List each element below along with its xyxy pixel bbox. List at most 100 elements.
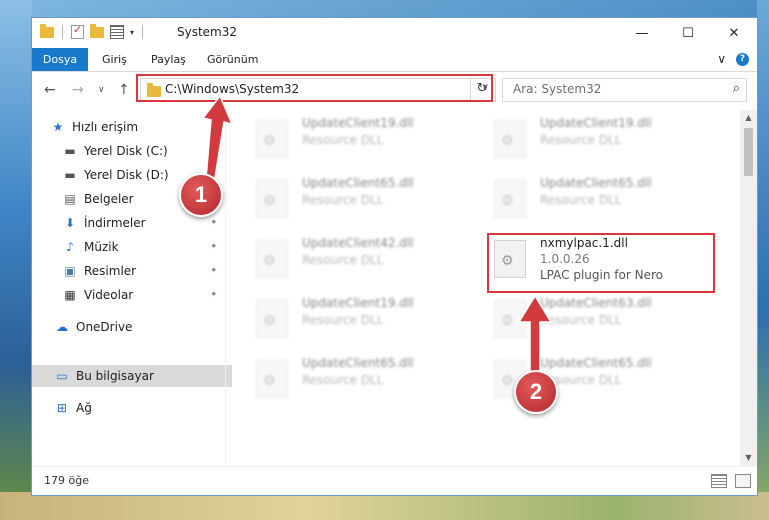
- sidebar-item-label: Videolar: [84, 288, 134, 302]
- star-icon: ★: [52, 120, 64, 134]
- status-bar: 179 öğe: [32, 466, 757, 495]
- file-type: Resource DLL: [302, 193, 384, 207]
- address-bar[interactable]: C:\Windows\System32 ∨: [140, 78, 496, 102]
- title-bar: ▾ System32 — ☐ ✕: [32, 18, 757, 48]
- refresh-icon[interactable]: ↻: [470, 78, 493, 100]
- computer-icon: ▭: [56, 369, 68, 383]
- recent-locations-icon[interactable]: ∨: [98, 85, 105, 95]
- file-item[interactable]: UpdateClient65.dll Resource DLL: [232, 174, 462, 226]
- sidebar-item-this-pc[interactable]: ▭ Bu bilgisayar: [32, 365, 246, 387]
- sidebar-item-music[interactable]: ♪ Müzik ✦: [32, 236, 254, 258]
- navigation-pane: ★ Hızlı erişim ▬ Yerel Disk (C:) ▬ Yerel…: [32, 110, 246, 466]
- music-icon: ♪: [66, 240, 74, 254]
- file-name: UpdateClient63.dll: [540, 296, 652, 310]
- scroll-up-icon[interactable]: ▲: [740, 110, 757, 126]
- sidebar-item-downloads[interactable]: ⬇ İndirmeler ✦: [32, 212, 254, 234]
- sidebar-item-local-disk-c[interactable]: ▬ Yerel Disk (C:): [32, 140, 254, 162]
- maximize-button[interactable]: ☐: [665, 18, 711, 48]
- sidebar-item-local-disk-d[interactable]: ▬ Yerel Disk (D:) ✦: [32, 164, 254, 186]
- dll-file-icon: [494, 120, 526, 158]
- file-item[interactable]: UpdateClient19.dll Resource DLL: [232, 294, 462, 346]
- sidebar-item-label: Yerel Disk (D:): [84, 168, 169, 182]
- documents-icon: ▤: [64, 192, 76, 206]
- highlighted-file-item[interactable]: nxmylpac.1.dll 1.0.0.26 LPAC plugin for …: [470, 234, 700, 286]
- file-name: UpdateClient65.dll: [540, 176, 652, 190]
- new-folder-icon[interactable]: [90, 23, 104, 38]
- close-button[interactable]: ✕: [711, 18, 757, 48]
- file-item[interactable]: UpdateClient19.dll Resource DLL: [232, 114, 462, 166]
- file-name: UpdateClient19.dll: [302, 116, 414, 130]
- file-type: Resource DLL: [302, 253, 384, 267]
- file-item[interactable]: UpdateClient65.dll Resource DLL: [470, 174, 700, 226]
- file-explorer-window: ▾ System32 — ☐ ✕ Dosya Giriş Paylaş Görü…: [31, 17, 758, 496]
- properties-check-icon[interactable]: [71, 23, 84, 39]
- toolbar-separator: [62, 25, 63, 39]
- file-description: LPAC plugin for Nero: [540, 268, 663, 282]
- sidebar-item-label: Yerel Disk (C:): [84, 144, 168, 158]
- ribbon-controls: ∨ ?: [717, 52, 749, 66]
- help-icon[interactable]: ?: [736, 52, 749, 66]
- sidebar-item-label: Müzik: [84, 240, 119, 254]
- file-type: Resource DLL: [540, 193, 622, 207]
- dll-file-icon: [494, 240, 526, 278]
- navigation-bar: ← → ∨ ↑ C:\Windows\System32 ∨ ↻ Ara: Sys…: [32, 72, 757, 108]
- scroll-down-icon[interactable]: ▼: [740, 450, 757, 466]
- dll-file-icon: [256, 360, 288, 398]
- desktop-background-bottom: [0, 492, 769, 520]
- callout-badge-1: 1: [179, 173, 223, 217]
- file-item[interactable]: UpdateClient19.dll Resource DLL: [470, 114, 700, 166]
- pin-icon: ✦: [210, 290, 218, 300]
- expand-ribbon-icon[interactable]: ∨: [717, 52, 726, 66]
- forward-arrow-icon[interactable]: →: [72, 82, 84, 98]
- tab-home[interactable]: Giriş: [102, 48, 127, 71]
- pin-icon: ✦: [210, 242, 218, 252]
- tab-share[interactable]: Paylaş: [151, 48, 186, 71]
- desktop-background-right: [757, 0, 769, 520]
- file-item[interactable]: UpdateClient63.dll Resource DLL: [470, 294, 700, 346]
- download-icon: ⬇: [64, 216, 76, 230]
- vertical-scrollbar[interactable]: ▲ ▼: [740, 110, 757, 466]
- details-view-icon[interactable]: [711, 474, 727, 488]
- pin-icon: ✦: [210, 218, 218, 228]
- sidebar-item-label: Hızlı erişim: [72, 120, 139, 134]
- sidebar-item-network[interactable]: ⊞ Ağ: [32, 397, 246, 419]
- back-arrow-icon[interactable]: ←: [44, 82, 56, 98]
- sidebar-item-quick-access[interactable]: ★ Hızlı erişim: [32, 116, 242, 138]
- cloud-icon: ☁: [56, 320, 68, 334]
- sidebar-item-label: Bu bilgisayar: [76, 369, 154, 383]
- large-icons-view-icon[interactable]: [735, 474, 751, 488]
- toolbar-separator: [142, 25, 144, 39]
- customize-toolbar-icon[interactable]: ▾: [130, 28, 134, 37]
- scroll-thumb[interactable]: [744, 128, 753, 176]
- file-item[interactable]: UpdateClient42.dll Resource DLL: [232, 234, 462, 286]
- sidebar-item-onedrive[interactable]: ☁ OneDrive: [32, 316, 246, 338]
- address-path[interactable]: C:\Windows\System32: [165, 82, 299, 96]
- pane-divider[interactable]: [225, 110, 226, 466]
- drive-icon: ▬: [64, 168, 76, 182]
- file-type: Resource DLL: [302, 373, 384, 387]
- video-icon: ▦: [64, 288, 76, 302]
- file-name: UpdateClient65.dll: [540, 356, 652, 370]
- file-item[interactable]: UpdateClient65.dll Resource DLL: [470, 354, 700, 406]
- tab-view[interactable]: Görünüm: [207, 48, 258, 71]
- up-arrow-icon[interactable]: ↑: [118, 82, 130, 98]
- ribbon-tabs: Dosya Giriş Paylaş Görünüm ∨ ?: [32, 48, 757, 72]
- search-icon[interactable]: ⌕: [733, 81, 740, 96]
- search-box[interactable]: Ara: System32 ⌕: [502, 78, 747, 102]
- quick-access-toolbar: ▾: [40, 23, 145, 39]
- dll-file-icon: [494, 180, 526, 218]
- dll-file-icon: [256, 300, 288, 338]
- dll-file-icon: [256, 120, 288, 158]
- file-item[interactable]: UpdateClient65.dll Resource DLL: [232, 354, 462, 406]
- minimize-button[interactable]: —: [619, 18, 665, 48]
- sidebar-item-label: OneDrive: [76, 320, 133, 334]
- file-name: UpdateClient42.dll: [302, 236, 414, 250]
- sidebar-item-pictures[interactable]: ▣ Resimler ✦: [32, 260, 254, 282]
- properties-icon[interactable]: [110, 25, 124, 39]
- sidebar-item-videos[interactable]: ▦ Videolar ✦: [32, 284, 254, 306]
- sidebar-item-label: Belgeler: [84, 192, 134, 206]
- search-placeholder: Ara: System32: [513, 82, 602, 96]
- tab-file[interactable]: Dosya: [32, 48, 88, 71]
- window-controls: — ☐ ✕: [619, 18, 757, 48]
- drive-icon: ▬: [64, 144, 76, 158]
